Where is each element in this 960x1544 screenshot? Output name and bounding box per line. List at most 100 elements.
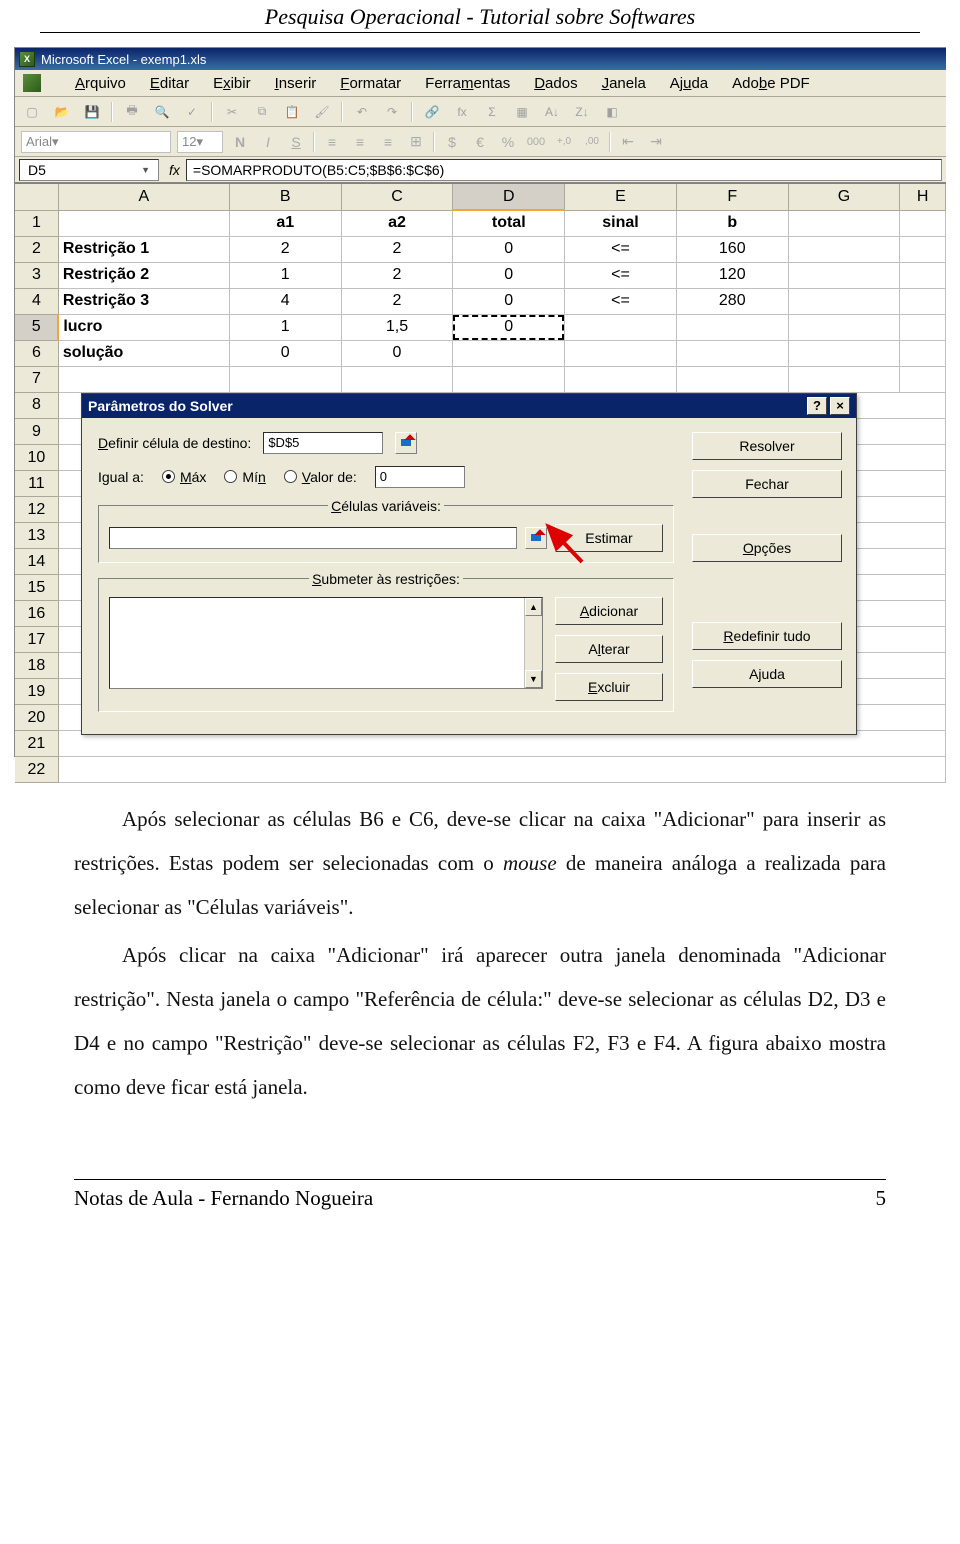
variables-input[interactable] [109,527,517,549]
inc-indent-icon[interactable]: ⇥ [645,132,667,152]
percent-icon[interactable]: % [497,132,519,152]
cell[interactable]: <= [565,288,677,314]
cell[interactable] [341,366,453,392]
row-header-9[interactable]: 9 [15,419,58,445]
help-button[interactable]: Ajuda [692,660,842,688]
cell[interactable]: 0 [453,288,565,314]
add-button[interactable]: Adicionar [555,597,663,625]
row-header-3[interactable]: 3 [15,262,58,288]
scroll-down-icon[interactable]: ▼ [525,670,542,688]
cell[interactable]: 0 [453,262,565,288]
chart-icon[interactable]: ▦ [511,101,533,122]
row-header-21[interactable]: 21 [15,731,58,757]
cell[interactable]: 160 [676,236,788,262]
euro-icon[interactable]: € [469,132,491,152]
merge-icon[interactable]: ⊞ [405,132,427,152]
target-cell-input[interactable]: $D$5 [263,432,383,454]
menu-inserir[interactable]: Inserir [275,75,317,92]
cell[interactable]: 2 [341,236,453,262]
cell[interactable] [788,210,900,236]
link-icon[interactable]: 🔗 [421,101,443,122]
undo-icon[interactable]: ↶ [351,101,373,122]
row-header-17[interactable]: 17 [15,627,58,653]
menu-arquivo[interactable]: Arquivo [75,75,126,92]
menu-ferramentas[interactable]: Ferramentas [425,75,510,92]
copy-icon[interactable]: ⧉ [251,101,273,122]
value-of-input[interactable]: 0 [375,466,465,488]
paste-icon[interactable]: 📋 [281,101,303,122]
cell[interactable]: 2 [341,288,453,314]
row-header-13[interactable]: 13 [15,523,58,549]
sort-desc-icon[interactable]: Z↓ [571,101,593,122]
font-name-combo[interactable]: Arial▾ [21,131,171,153]
solve-button[interactable]: Resolver [692,432,842,460]
cell[interactable] [900,288,946,314]
formula-input[interactable]: =SOMARPRODUTO(B5:C5;$B$6:$C$6) [186,159,942,181]
row-header-22[interactable]: 22 [15,757,58,783]
col-header-A[interactable]: A [58,184,229,210]
cell[interactable] [565,340,677,366]
row-header-6[interactable]: 6 [15,340,58,366]
row-header-11[interactable]: 11 [15,471,58,497]
row-header-7[interactable]: 7 [15,366,58,392]
thousands-icon[interactable]: 000 [525,132,547,152]
format-painter-icon[interactable]: 🖌 [311,101,333,122]
new-icon[interactable]: ▢ [21,101,43,122]
cell-selected[interactable]: 0 [453,314,565,340]
redo-icon[interactable]: ↷ [381,101,403,122]
help-button-icon[interactable]: ? [807,397,827,415]
col-header-E[interactable]: E [565,184,677,210]
spellcheck-icon[interactable]: ✓ [181,101,203,122]
col-header-G[interactable]: G [788,184,900,210]
row-header-20[interactable]: 20 [15,705,58,731]
cell[interactable] [788,236,900,262]
cell[interactable]: b [676,210,788,236]
cell[interactable] [453,366,565,392]
cell[interactable] [900,366,946,392]
menu-janela[interactable]: Janela [602,75,646,92]
cell[interactable] [676,340,788,366]
row-header-10[interactable]: 10 [15,445,58,471]
cell[interactable] [565,314,677,340]
estimate-button[interactable]: Estimar [555,524,663,552]
close-icon[interactable]: × [830,397,850,415]
align-left-icon[interactable]: ≡ [321,132,343,152]
print-icon[interactable]: 🖶 [121,101,143,122]
cell[interactable] [788,340,900,366]
cell[interactable]: <= [565,262,677,288]
currency-icon[interactable]: $ [441,132,463,152]
cell[interactable] [788,262,900,288]
cell[interactable] [453,340,565,366]
cell[interactable] [788,288,900,314]
namebox-dropdown-icon[interactable]: ▼ [141,165,150,175]
radio-min[interactable]: Mín [224,469,265,485]
col-header-F[interactable]: F [676,184,788,210]
cell[interactable] [58,210,229,236]
cell[interactable] [900,210,946,236]
row-header-5[interactable]: 5 [15,314,58,340]
row-header-8[interactable]: 8 [15,393,58,419]
col-header-D[interactable]: D [453,184,565,210]
cell[interactable]: 120 [676,262,788,288]
inc-decimal-icon[interactable]: +,0 [553,132,575,152]
cell[interactable] [565,366,677,392]
cell[interactable]: 0 [453,236,565,262]
row-header-15[interactable]: 15 [15,575,58,601]
radio-max[interactable]: Máx [162,469,206,485]
scrollbar[interactable]: ▲ ▼ [524,598,542,688]
cell[interactable] [900,262,946,288]
col-header-C[interactable]: C [341,184,453,210]
save-icon[interactable]: 💾 [81,101,103,122]
row-header-1[interactable]: 1 [15,210,58,236]
cell[interactable]: 1,5 [341,314,453,340]
cell[interactable]: 0 [341,340,453,366]
cell[interactable]: total [453,210,565,236]
cell[interactable]: solução [58,340,229,366]
row-header-16[interactable]: 16 [15,601,58,627]
menu-adobe-pdf[interactable]: Adobe PDF [732,75,810,92]
row-header-14[interactable]: 14 [15,549,58,575]
cell[interactable]: 0 [229,340,341,366]
open-icon[interactable]: 📂 [51,101,73,122]
underline-icon[interactable]: S [285,132,307,152]
align-right-icon[interactable]: ≡ [377,132,399,152]
